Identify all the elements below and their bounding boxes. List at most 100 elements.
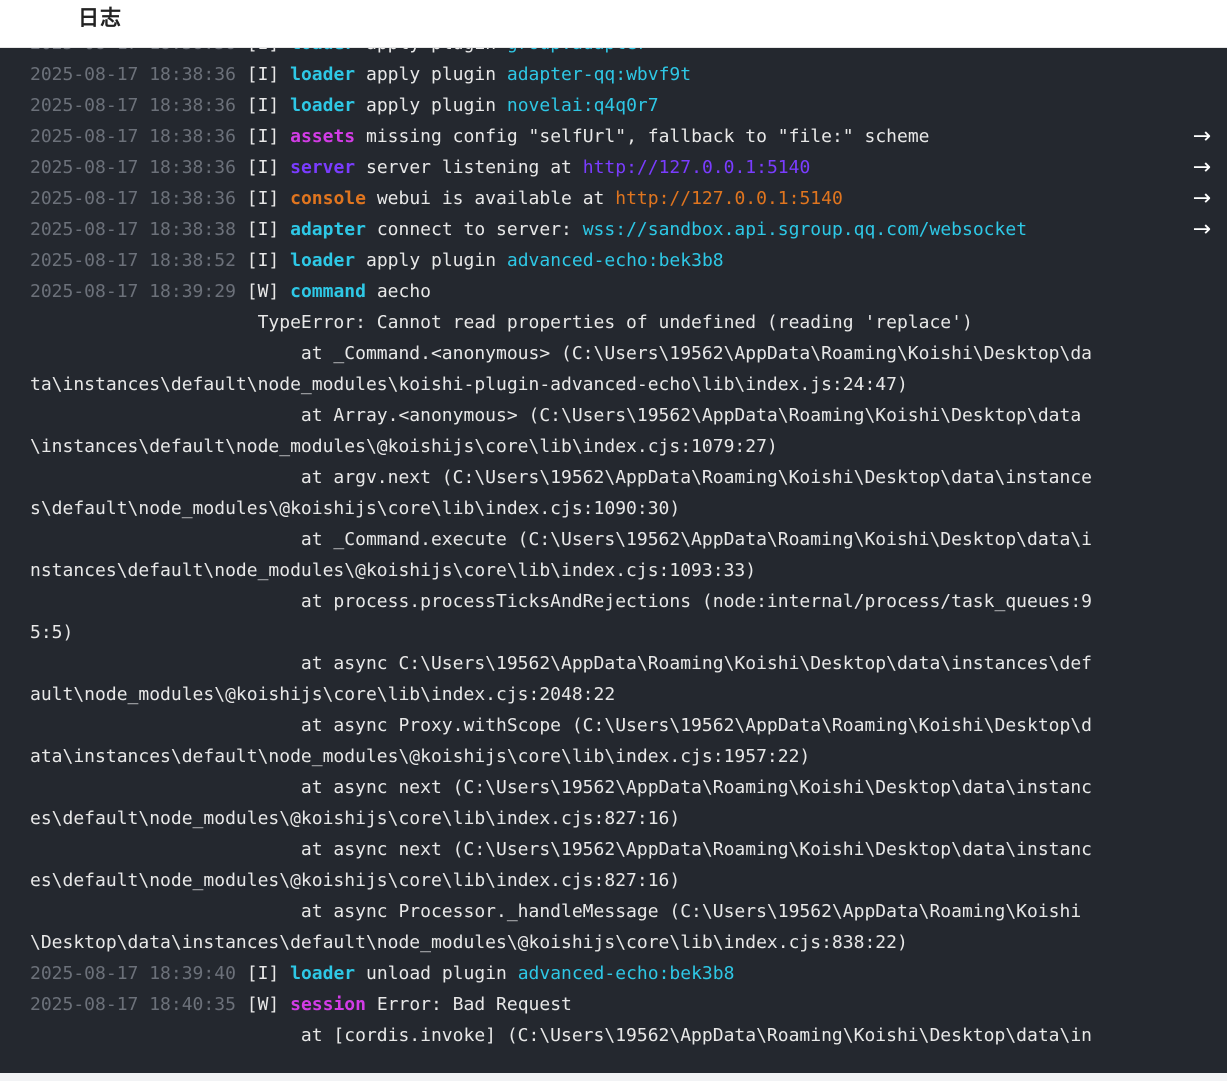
log-stack-text: 5:5) xyxy=(30,622,74,643)
log-stack-text: ault\node_modules\@koishijs\core\lib\ind… xyxy=(30,684,616,705)
log-continuation: at process.processTicksAndRejections (no… xyxy=(0,586,1227,617)
log-timestamp: 2025-08-17 18:39:29 xyxy=(30,281,236,302)
log-module: loader xyxy=(290,963,356,984)
log-entry: 2025-08-17 18:39:29 [W] command aecho xyxy=(0,276,1227,307)
log-continuation: \Desktop\data\instances\default\node_mod… xyxy=(0,927,1227,958)
log-message: apply plugin xyxy=(365,95,507,116)
log-link[interactable]: novelai:q4q0r7 xyxy=(507,95,659,116)
log-timestamp: 2025-08-17 18:38:36 xyxy=(30,95,236,116)
log-continuation: \instances\default\node_modules\@koishij… xyxy=(0,431,1227,462)
log-continuation: at argv.next (C:\Users\19562\AppData\Roa… xyxy=(0,462,1227,493)
log-stack-text: es\default\node_modules\@koishijs\core\l… xyxy=(30,870,681,891)
log-entry: 2025-08-17 18:38:36 [I] loader apply plu… xyxy=(0,48,1227,59)
log-stack-text: ata\instances\default\node_modules\@kois… xyxy=(30,746,811,767)
log-entry: 2025-08-17 18:38:52 [I] loader apply plu… xyxy=(0,245,1227,276)
arrow-right-icon[interactable]: → xyxy=(1193,152,1211,183)
log-stack-text: es\default\node_modules\@koishijs\core\l… xyxy=(30,808,681,829)
log-entry: 2025-08-17 18:38:36 [I] server server li… xyxy=(0,152,1227,183)
log-entry: 2025-08-17 18:38:36 [I] loader apply plu… xyxy=(0,59,1227,90)
log-stack-text: \Desktop\data\instances\default\node_mod… xyxy=(30,932,908,953)
log-stack-text: \instances\default\node_modules\@koishij… xyxy=(30,436,778,457)
arrow-right-icon[interactable]: → xyxy=(1193,121,1211,152)
log-continuation: at async Processor._handleMessage (C:\Us… xyxy=(0,896,1227,927)
log-level: [W] xyxy=(246,281,280,302)
log-message: aecho xyxy=(376,281,431,302)
log-entry: 2025-08-17 18:38:36 [I] assets missing c… xyxy=(0,121,1227,152)
log-stack-text: ta\instances\default\node_modules\koishi… xyxy=(30,374,908,395)
log-continuation: es\default\node_modules\@koishijs\core\l… xyxy=(0,803,1227,834)
log-continuation: at _Command.execute (C:\Users\19562\AppD… xyxy=(0,524,1227,555)
log-level: [I] xyxy=(246,188,280,209)
log-lines: 2025-08-17 18:38:36 [I] loader apply plu… xyxy=(0,48,1227,1051)
log-stack-text: at async Processor._handleMessage (C:\Us… xyxy=(30,901,1082,922)
log-stack-text: at async next (C:\Users\19562\AppData\Ro… xyxy=(30,839,1093,860)
log-link[interactable]: adapter-qq:wbvf9t xyxy=(507,64,691,85)
log-stack-text: at argv.next (C:\Users\19562\AppData\Roa… xyxy=(30,467,1093,488)
log-continuation: ta\instances\default\node_modules\koishi… xyxy=(0,369,1227,400)
log-continuation: s\default\node_modules\@koishijs\core\li… xyxy=(0,493,1227,524)
log-timestamp: 2025-08-17 18:38:36 xyxy=(30,157,236,178)
log-link[interactable]: wss://sandbox.api.sgroup.qq.com/websocke… xyxy=(583,219,1027,240)
log-entry: 2025-08-17 18:38:36 [I] loader apply plu… xyxy=(0,90,1227,121)
log-level: [I] xyxy=(247,48,280,54)
log-link[interactable]: http://127.0.0.1:5140 xyxy=(615,188,843,209)
log-timestamp: 2025-08-17 18:39:40 xyxy=(30,963,236,984)
log-timestamp: 2025-08-17 18:38:52 xyxy=(30,250,236,271)
log-module: command xyxy=(290,281,366,302)
log-continuation: at Array.<anonymous> (C:\Users\19562\App… xyxy=(0,400,1227,431)
log-message: apply plugin xyxy=(365,64,507,85)
log-stack-text: at Array.<anonymous> (C:\Users\19562\App… xyxy=(30,405,1082,426)
log-level: [I] xyxy=(246,95,280,116)
log-continuation: at async next (C:\Users\19562\AppData\Ro… xyxy=(0,772,1227,803)
log-continuation: at async C:\Users\19562\AppData\Roaming\… xyxy=(0,648,1227,679)
log-stack-text: at async next (C:\Users\19562\AppData\Ro… xyxy=(30,777,1093,798)
log-entry: 2025-08-17 18:39:40 [I] loader unload pl… xyxy=(0,958,1227,989)
log-timestamp: 2025-08-17 18:38:36 xyxy=(30,126,236,147)
log-entry: 2025-08-17 18:40:35 [W] session Error: B… xyxy=(0,989,1227,1020)
log-module: server xyxy=(290,157,356,178)
log-message: webui is available at xyxy=(376,188,616,209)
log-stack-text: at [cordis.invoke] (C:\Users\19562\AppDa… xyxy=(30,1025,1093,1046)
log-module: loader xyxy=(290,64,356,85)
log-link[interactable]: group:adapter xyxy=(507,48,648,54)
log-level: [I] xyxy=(246,250,280,271)
log-module: loader xyxy=(290,95,356,116)
log-continuation: ata\instances\default\node_modules\@kois… xyxy=(0,741,1227,772)
log-continuation: TypeError: Cannot read properties of und… xyxy=(0,307,1227,338)
log-link[interactable]: http://127.0.0.1:5140 xyxy=(583,157,811,178)
log-timestamp: 2025-08-17 18:38:36 xyxy=(30,64,236,85)
log-stack-text: s\default\node_modules\@koishijs\core\li… xyxy=(30,498,681,519)
log-message: unload plugin xyxy=(365,963,518,984)
log-continuation: at async next (C:\Users\19562\AppData\Ro… xyxy=(0,834,1227,865)
log-level: [I] xyxy=(246,64,280,85)
log-stack-text: TypeError: Cannot read properties of und… xyxy=(30,312,973,333)
log-module: console xyxy=(290,188,366,209)
log-module: loader xyxy=(290,48,355,54)
log-entry: 2025-08-17 18:38:36 [I] console webui is… xyxy=(0,183,1227,214)
log-message: server listening at xyxy=(365,157,583,178)
log-stack-text: at process.processTicksAndRejections (no… xyxy=(30,591,1093,612)
log-stack-text: at async Proxy.withScope (C:\Users\19562… xyxy=(30,715,1093,736)
log-module: adapter xyxy=(290,219,366,240)
log-stack-text: at _Command.execute (C:\Users\19562\AppD… xyxy=(30,529,1093,550)
log-message: Error: Bad Request xyxy=(376,994,572,1015)
log-module: assets xyxy=(290,126,356,147)
log-link[interactable]: advanced-echo:bek3b8 xyxy=(518,963,735,984)
log-module: loader xyxy=(290,250,356,271)
page-header: 日志 xyxy=(0,0,1227,48)
arrow-right-icon[interactable]: → xyxy=(1193,214,1211,245)
log-module: session xyxy=(290,994,366,1015)
log-entry: 2025-08-17 18:38:38 [I] adapter connect … xyxy=(0,214,1227,245)
log-stack-text: at async C:\Users\19562\AppData\Roaming\… xyxy=(30,653,1093,674)
log-timestamp: 2025-08-17 18:38:38 xyxy=(30,219,236,240)
log-message: apply plugin xyxy=(366,48,507,54)
log-message: connect to server: xyxy=(376,219,583,240)
log-continuation: ault\node_modules\@koishijs\core\lib\ind… xyxy=(0,679,1227,710)
log-panel[interactable]: 2025-08-17 18:38:36 [I] loader apply plu… xyxy=(0,48,1227,1073)
arrow-right-icon[interactable]: → xyxy=(1193,183,1211,214)
bottom-strip xyxy=(0,1073,1227,1081)
log-message: missing config "selfUrl", fallback to "f… xyxy=(365,126,930,147)
log-continuation: es\default\node_modules\@koishijs\core\l… xyxy=(0,865,1227,896)
log-link[interactable]: advanced-echo:bek3b8 xyxy=(507,250,724,271)
log-continuation: at _Command.<anonymous> (C:\Users\19562\… xyxy=(0,338,1227,369)
